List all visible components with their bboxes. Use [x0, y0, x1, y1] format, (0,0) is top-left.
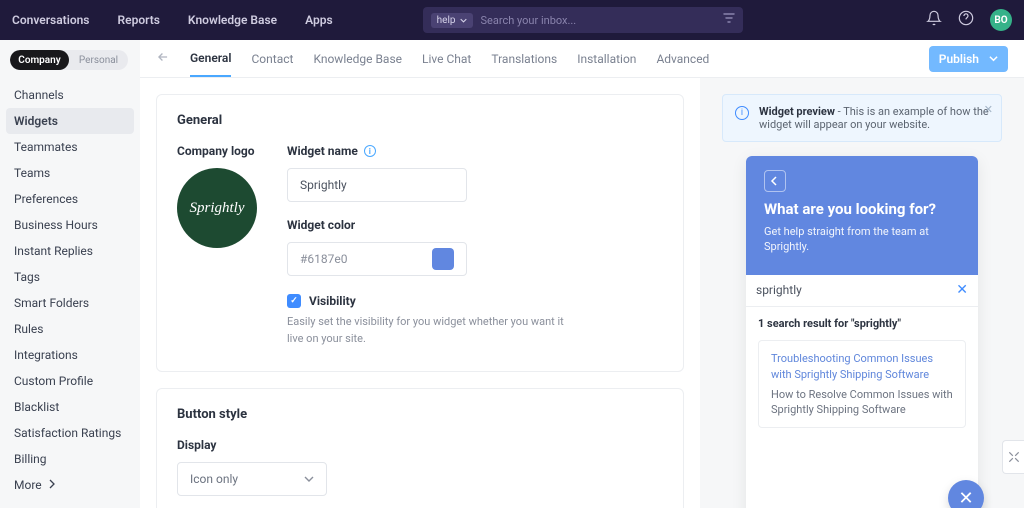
help-icon[interactable]	[958, 10, 974, 30]
sidebar-item-more[interactable]: More	[0, 472, 140, 498]
widget-title: What are you looking for?	[764, 200, 960, 218]
user-avatar[interactable]: BO	[990, 9, 1012, 31]
preview-note: i Widget preview - This is an example of…	[722, 94, 1002, 142]
tab-knowledge-base[interactable]: Knowledge Base	[313, 52, 402, 76]
nav-apps[interactable]: Apps	[305, 13, 333, 27]
sidebar-item-tags[interactable]: Tags	[0, 264, 140, 290]
segment-personal[interactable]: Personal	[69, 50, 128, 70]
sidebar-item-preferences[interactable]: Preferences	[0, 186, 140, 212]
tab-advanced[interactable]: Advanced	[656, 52, 709, 76]
widget-preview: What are you looking for? Get help strai…	[746, 156, 978, 508]
tab-general[interactable]: General	[190, 51, 231, 77]
scope-segment: Company Personal	[10, 50, 128, 70]
tab-contact[interactable]: Contact	[251, 52, 293, 76]
chevron-right-icon	[49, 479, 55, 489]
back-button[interactable]	[156, 50, 170, 67]
sidebar-item-integrations[interactable]: Integrations	[0, 342, 140, 368]
segment-company[interactable]: Company	[10, 50, 69, 70]
sidebar-item-billing[interactable]: Billing	[0, 446, 140, 472]
nav-knowledge-base[interactable]: Knowledge Base	[188, 13, 277, 27]
result-title-link[interactable]: Troubleshooting Common Issues with Sprig…	[771, 352, 933, 381]
result-description: How to Resolve Common Issues with Sprigh…	[771, 387, 953, 418]
sidebar-item-channels[interactable]: Channels	[0, 82, 140, 108]
clear-search-icon[interactable]: ✕	[956, 282, 968, 298]
sidebar-item-satisfaction-ratings[interactable]: Satisfaction Ratings	[0, 420, 140, 446]
widget-subtitle: Get help straight from the team at Sprig…	[764, 224, 960, 255]
general-card: General Company logo Sprightly Widget na…	[156, 94, 684, 372]
floating-help-tab[interactable]	[1002, 440, 1024, 474]
nav-conversations[interactable]: Conversations	[12, 13, 89, 27]
filter-icon[interactable]	[723, 12, 735, 28]
display-label: Display	[177, 438, 663, 452]
widget-footer: Powered by Groove	[746, 442, 978, 508]
publish-button[interactable]: Publish	[929, 46, 1008, 72]
sidebar-item-instant-replies[interactable]: Instant Replies	[0, 238, 140, 264]
close-icon[interactable]: ✕	[984, 103, 993, 116]
nav-reports[interactable]: Reports	[117, 13, 159, 27]
widget-preview-panel: i Widget preview - This is an example of…	[700, 78, 1024, 508]
settings-sidebar: Company Personal Channels Widgets Teamma…	[0, 40, 140, 508]
chevron-down-icon	[460, 17, 467, 24]
global-search[interactable]: help	[423, 7, 743, 33]
info-icon: i	[735, 106, 749, 120]
sidebar-item-rules[interactable]: Rules	[0, 316, 140, 342]
sidebar-item-teams[interactable]: Teams	[0, 160, 140, 186]
sidebar-item-business-hours[interactable]: Business Hours	[0, 212, 140, 238]
visibility-checkbox[interactable]: ✓	[287, 294, 301, 308]
sidebar-item-teammates[interactable]: Teammates	[0, 134, 140, 160]
display-select[interactable]: Icon only	[177, 462, 327, 496]
general-card-title: General	[177, 113, 663, 128]
sidebar-item-custom-profile[interactable]: Custom Profile	[0, 368, 140, 394]
bell-icon[interactable]	[926, 10, 942, 30]
info-icon[interactable]: i	[364, 145, 376, 157]
chevron-down-icon	[304, 474, 314, 484]
widget-back-button[interactable]	[764, 170, 786, 192]
widget-color-input[interactable]: #6187e0	[287, 242, 467, 276]
widget-result-item[interactable]: Troubleshooting Common Issues with Sprig…	[758, 340, 966, 429]
company-logo[interactable]: Sprightly	[177, 168, 257, 248]
sidebar-item-widgets[interactable]: Widgets	[6, 108, 134, 134]
visibility-label: Visibility	[309, 294, 356, 308]
button-style-card: Button style Display Icon only Icon styl…	[156, 388, 684, 508]
chevron-down-icon	[989, 54, 998, 63]
visibility-hint: Easily set the visibility for you widget…	[287, 314, 567, 347]
tab-installation[interactable]: Installation	[577, 52, 636, 76]
tab-live-chat[interactable]: Live Chat	[422, 52, 471, 76]
widget-color-label: Widget color	[287, 218, 567, 232]
widget-name-input[interactable]: Sprightly	[287, 168, 467, 202]
color-swatch[interactable]	[432, 248, 454, 270]
button-style-title: Button style	[177, 407, 663, 422]
widget-search-input[interactable]	[756, 283, 956, 297]
top-nav: Conversations Reports Knowledge Base App…	[0, 0, 1024, 40]
sidebar-item-smart-folders[interactable]: Smart Folders	[0, 290, 140, 316]
widget-fab-close[interactable]: ✕	[948, 480, 984, 508]
search-input[interactable]	[481, 14, 723, 27]
company-logo-label: Company logo	[177, 144, 257, 158]
tab-translations[interactable]: Translations	[491, 52, 557, 76]
widget-name-label: Widget name	[287, 144, 358, 158]
widget-result-count: 1 search result for "sprightly"	[758, 317, 966, 330]
search-scope-tag[interactable]: help	[431, 13, 473, 28]
sidebar-item-blacklist[interactable]: Blacklist	[0, 394, 140, 420]
widget-tabs: General Contact Knowledge Base Live Chat…	[140, 40, 1024, 78]
